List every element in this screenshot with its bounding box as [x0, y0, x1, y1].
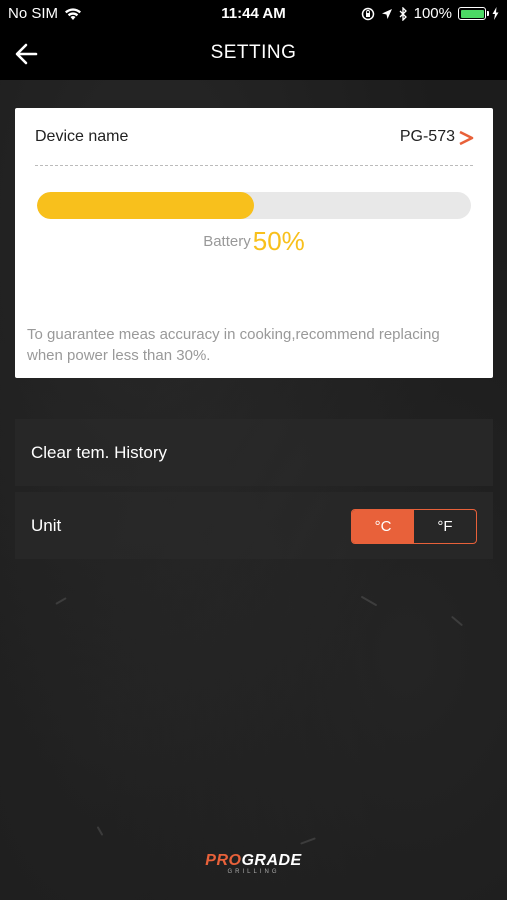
unit-option-fahrenheit[interactable]: °F	[414, 510, 476, 543]
unit-option-celsius[interactable]: °C	[352, 510, 414, 543]
device-name-row[interactable]: Device name PG-573	[35, 126, 475, 150]
unit-label: Unit	[31, 516, 62, 535]
prograde-logo: PROGRADE GRILLING	[205, 852, 302, 875]
nav-bar: SETTING	[0, 28, 507, 80]
divider	[35, 165, 473, 166]
page-title: SETTING	[210, 42, 297, 63]
charging-bolt-icon	[492, 7, 499, 20]
battery-value: 50%	[252, 226, 305, 256]
device-name-label: Device name	[35, 128, 129, 145]
clear-history-row[interactable]: Clear tem. History	[15, 419, 493, 486]
location-lock-icon	[361, 7, 374, 20]
unit-row: Unit °C °F	[15, 492, 493, 559]
device-card: Device name PG-573 Battery50% To guarant…	[15, 108, 493, 378]
battery-readout: Battery50%	[15, 226, 493, 257]
battery-progress-fill	[37, 192, 254, 219]
battery-progress-bar	[37, 192, 471, 219]
battery-label: Battery	[203, 233, 251, 250]
unit-toggle: °C °F	[351, 509, 477, 544]
device-name-value: PG-573	[399, 128, 455, 145]
status-bar: No SIM 11:44 AM 100%	[0, 0, 507, 28]
chevron-right-icon[interactable]	[457, 126, 475, 150]
bluetooth-icon	[399, 6, 407, 21]
battery-note: To guarantee meas accuracy in cooking,re…	[27, 326, 440, 364]
location-arrow-icon	[381, 8, 392, 19]
battery-percent: 100%	[413, 5, 452, 22]
clear-history-label: Clear tem. History	[31, 443, 168, 462]
battery-icon	[458, 7, 489, 20]
